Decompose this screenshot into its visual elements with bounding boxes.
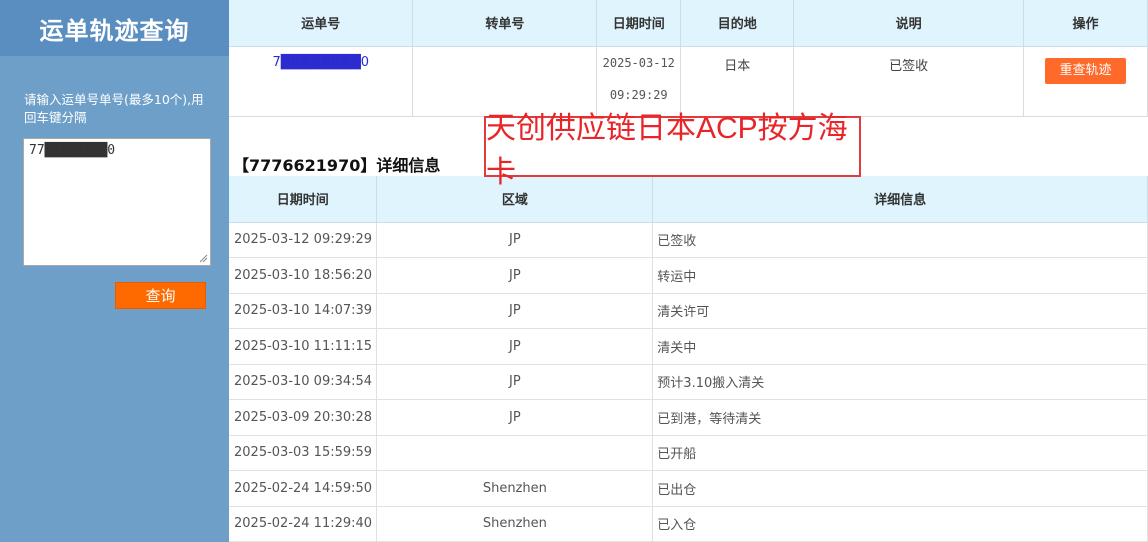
table-row: 2025-03-09 20:30:28 JP 已到港，等待清关: [229, 399, 1148, 436]
row-info: 清关中: [652, 328, 1148, 365]
row-region: Shenzhen: [376, 506, 654, 542]
sidebar-header: 运单轨迹查询: [0, 0, 229, 56]
query-button[interactable]: 查询: [115, 282, 206, 309]
row-region: Shenzhen: [376, 470, 654, 507]
row-time: 2025-03-12 09:29:29: [229, 222, 378, 258]
row-info: 已出仓: [652, 470, 1148, 507]
row-info: 预计3.10搬入清关: [652, 364, 1148, 400]
detail-title: 【7776621970】详细信息: [233, 156, 441, 175]
row-region: JP: [376, 399, 654, 436]
row-time: 2025-03-03 15:59:59: [229, 435, 378, 471]
row-region: JP: [376, 222, 654, 258]
col-transfer: 转单号: [412, 0, 598, 47]
col-destination: 目的地: [680, 0, 795, 47]
row-time: 2025-03-10 11:11:15: [229, 328, 378, 365]
sidebar: 运单轨迹查询 请输入运单号单号(最多10个),用回车键分隔 77████████…: [0, 0, 229, 542]
table-row: 2025-03-12 09:29:29 JP 已签收: [229, 222, 1148, 258]
row-time: 2025-03-10 18:56:20: [229, 257, 378, 294]
action-cell: 重查轨迹: [1023, 46, 1148, 117]
table-row: 2025-03-10 09:34:54 JP 预计3.10搬入清关: [229, 364, 1148, 400]
table-row: 2025-03-10 18:56:20 JP 转运中: [229, 257, 1148, 294]
row-time: 2025-03-10 14:07:39: [229, 293, 378, 329]
row-region: JP: [376, 328, 654, 365]
row-info: 转运中: [652, 257, 1148, 294]
summary-header-row: 运单号 转单号 日期时间 目的地 说明 操作: [229, 0, 1148, 47]
details-table: 日期时间 区域 详细信息 2025-03-12 09:29:29 JP 已签收 …: [229, 176, 1148, 542]
row-region: [376, 435, 654, 471]
row-info: 清关许可: [652, 293, 1148, 329]
col-datetime: 日期时间: [596, 0, 682, 47]
row-time: 2025-02-24 11:29:40: [229, 506, 378, 542]
row-region: JP: [376, 257, 654, 294]
row-info: 已开船: [652, 435, 1148, 471]
summary-table: 运单号 转单号 日期时间 目的地 说明 操作 7████████0 2025-0…: [229, 0, 1148, 117]
table-row: 2025-03-10 14:07:39 JP 清关许可: [229, 293, 1148, 329]
recheck-track-button[interactable]: 重查轨迹: [1045, 57, 1126, 84]
row-time: 2025-03-09 20:30:28: [229, 399, 378, 436]
row-info: 已入仓: [652, 506, 1148, 542]
main-content: 运单号 转单号 日期时间 目的地 说明 操作 7████████0 2025-0…: [229, 0, 1148, 542]
col-detail-time: 日期时间: [229, 176, 378, 223]
waybill-input[interactable]: 77████████0: [23, 138, 211, 266]
summary-date: 2025-03-12: [602, 55, 675, 70]
waybill-link[interactable]: 7████████0: [229, 46, 414, 117]
table-row: 2025-03-10 11:11:15 JP 清关中: [229, 328, 1148, 365]
col-action: 操作: [1023, 0, 1148, 47]
row-region: JP: [376, 293, 654, 329]
row-time: 2025-03-10 09:34:54: [229, 364, 378, 400]
input-hint: 请输入运单号单号(最多10个),用回车键分隔: [24, 92, 204, 125]
row-info: 已到港，等待清关: [652, 399, 1148, 436]
col-waybill: 运单号: [229, 0, 414, 47]
row-info: 已签收: [652, 222, 1148, 258]
table-row: 2025-02-24 14:59:50 Shenzhen 已出仓: [229, 470, 1148, 507]
row-region: JP: [376, 364, 654, 400]
promo-banner: 天创供应链日本ACP按方海卡: [484, 112, 861, 189]
row-time: 2025-02-24 14:59:50: [229, 470, 378, 507]
page-title: 运单轨迹查询: [39, 16, 190, 45]
col-note: 说明: [793, 0, 1024, 47]
table-row: 2025-02-24 11:29:40 Shenzhen 已入仓: [229, 506, 1148, 542]
table-row: 2025-03-03 15:59:59 已开船: [229, 435, 1148, 471]
